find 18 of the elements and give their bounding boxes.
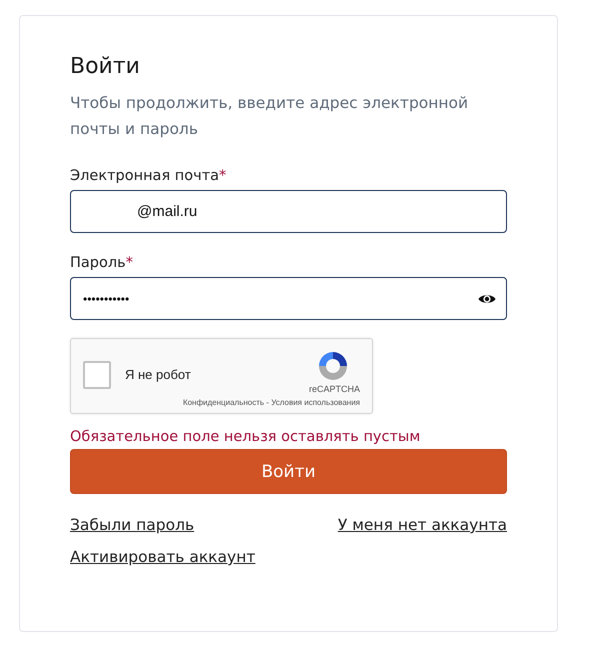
page-title: Войти [70,54,141,79]
link[interactable]: Активировать аккаунт [70,548,256,566]
recaptcha-logo-icon [317,350,349,382]
captcha-checkbox[interactable] [83,361,111,389]
email-field[interactable]: @mail.ru [70,190,507,233]
required-mark: * [126,255,133,271]
eye-icon[interactable] [478,292,496,304]
link[interactable]: У меня нет аккаунта [338,516,507,534]
field-label: Пароль [70,255,126,271]
password-field[interactable]: ••••••••••• [70,277,507,320]
captcha-brand: reCAPTCHA [308,384,360,394]
instruction-text: Чтобы продолжить, введите адрес электронной почты и пароль [70,93,470,140]
captcha-footer: Конфиденциальность - Условия использования [182,398,360,407]
link[interactable]: Забыли пароль [70,516,194,534]
required-mark: * [219,168,226,184]
login-button[interactable]: Войти [70,449,507,494]
error-message: Обязательное поле нельзя оставлять пустым [70,429,422,445]
field-label: Электронная почта [70,168,220,184]
